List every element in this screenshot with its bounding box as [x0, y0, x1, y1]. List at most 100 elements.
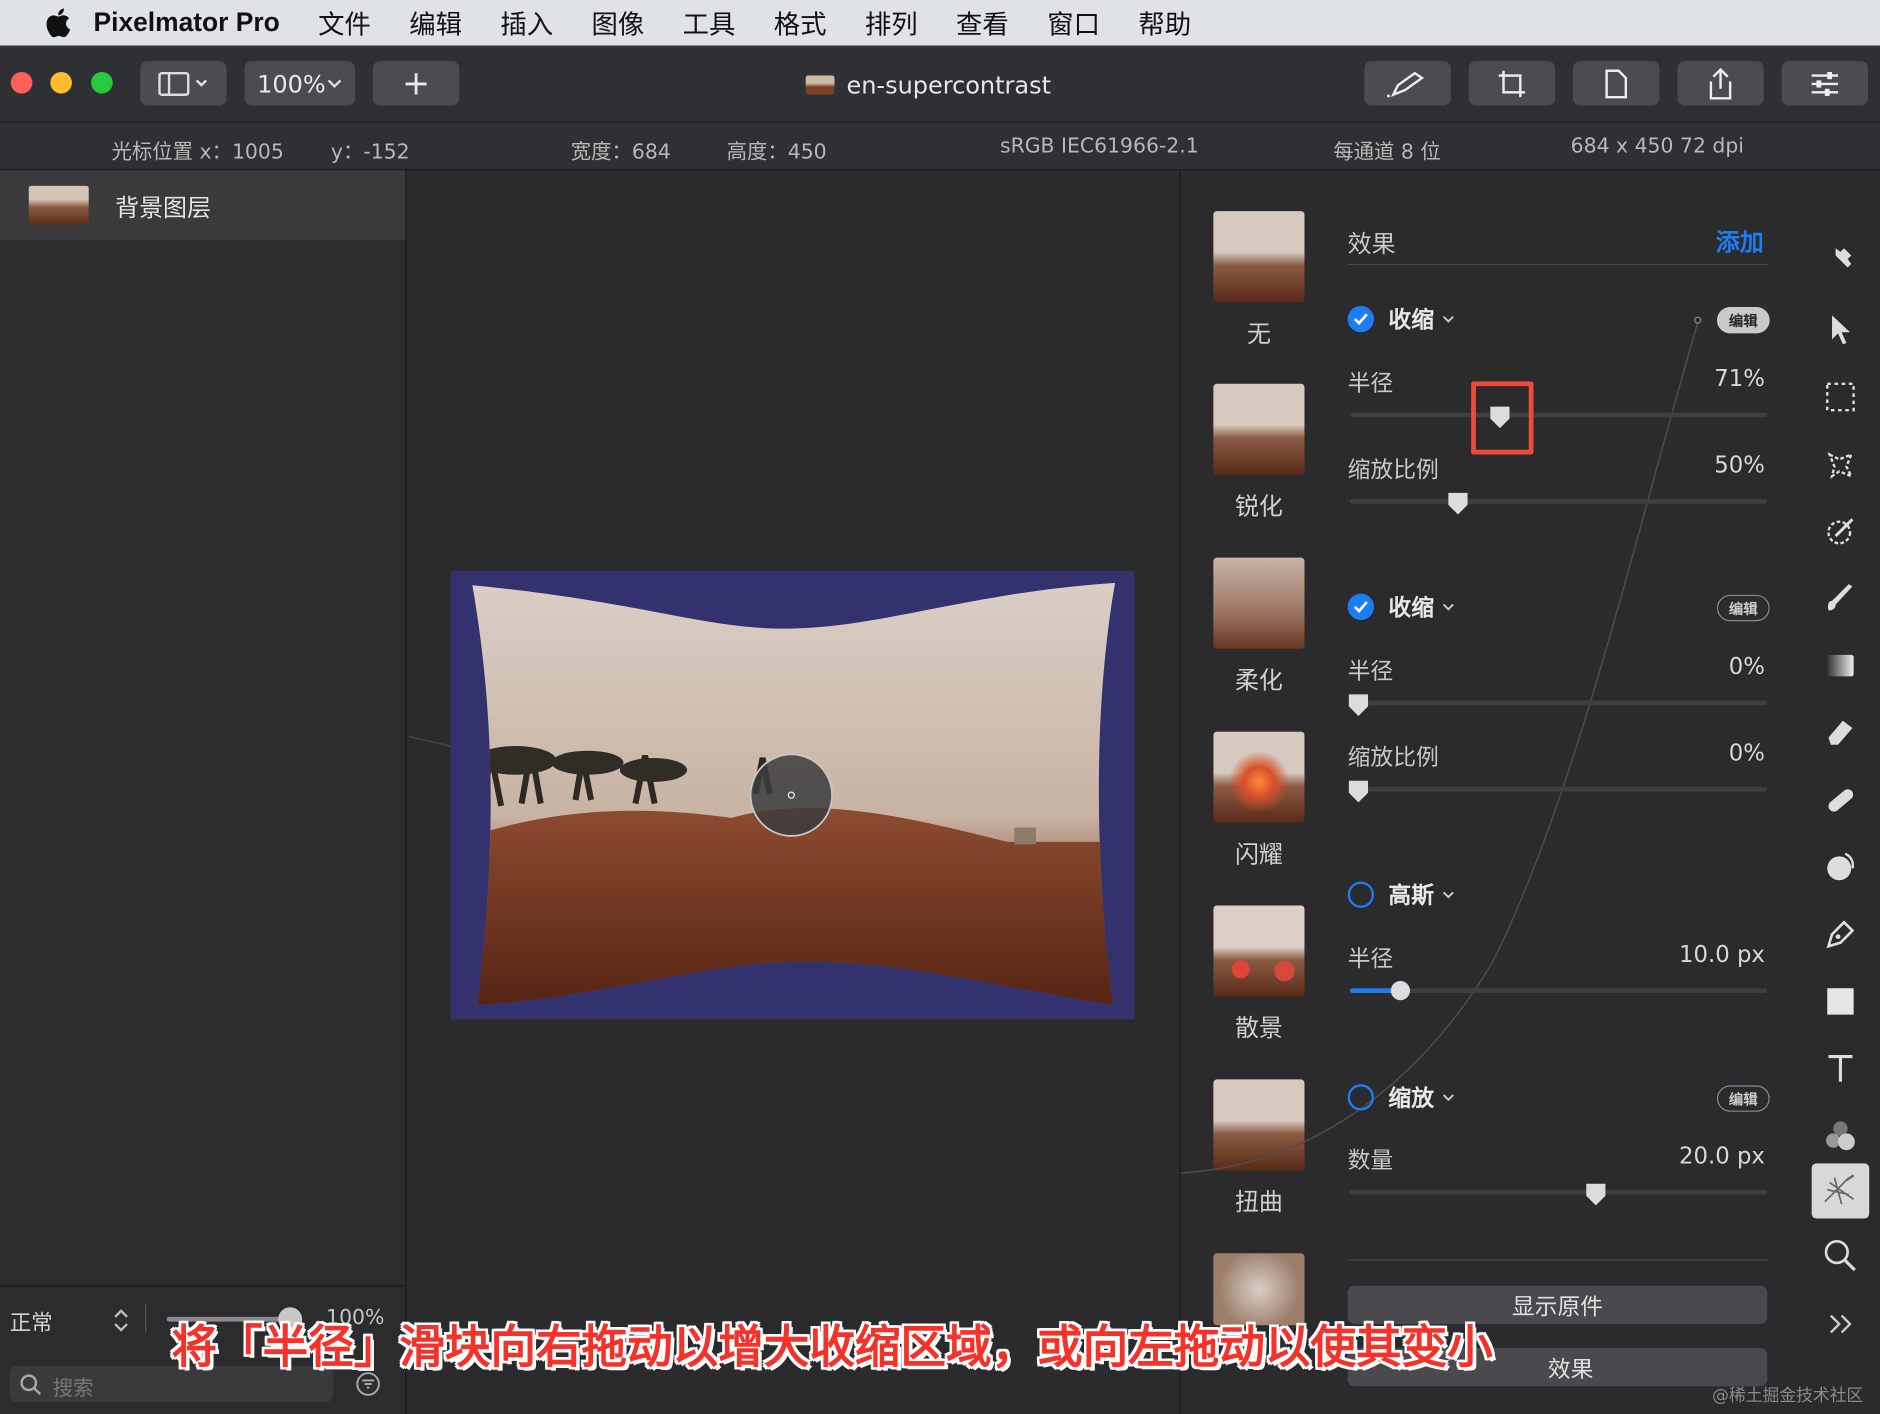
menu-help[interactable]: 帮助: [1138, 4, 1191, 42]
close-window-button[interactable]: [10, 71, 33, 94]
zoom-window-button[interactable]: [91, 71, 113, 94]
paint-tool[interactable]: [1820, 578, 1861, 619]
pinch-2-scale-slider[interactable]: [1350, 786, 1768, 792]
footer-divider: [1347, 1259, 1768, 1261]
menu-tools[interactable]: 工具: [683, 4, 736, 42]
erase-tool[interactable]: [1820, 712, 1861, 753]
chevron-down-icon: [327, 78, 341, 88]
zoom-amount-label: 数量: [1347, 1147, 1394, 1175]
app-menu[interactable]: Pixelmator Pro: [94, 7, 280, 38]
blend-mode-select[interactable]: 正常: [10, 1306, 53, 1337]
pinch-2-edit-button[interactable]: 编辑: [1716, 594, 1770, 622]
menu-edit[interactable]: 编辑: [409, 4, 462, 42]
cursor-x-readout: 光标位置 x：1005: [111, 140, 284, 165]
zoom-amount-slider[interactable]: [1350, 1189, 1768, 1195]
reset-effects-label: 效果: [1547, 1355, 1594, 1383]
chevron-down-icon: [1442, 891, 1454, 898]
up-down-chevron-icon[interactable]: [113, 1308, 130, 1332]
document-thumbnail: [805, 75, 835, 95]
color-tool[interactable]: [1820, 1115, 1861, 1156]
type-tool[interactable]: [1820, 1048, 1861, 1089]
menu-format[interactable]: 格式: [774, 4, 827, 42]
gaussian-radius-knob[interactable]: [1389, 980, 1411, 1004]
checkmark-icon[interactable]: [1347, 593, 1375, 620]
export-button[interactable]: [1573, 61, 1660, 106]
adjustments-button[interactable]: [1781, 61, 1869, 106]
pinch-2-radius-slider[interactable]: [1350, 700, 1768, 706]
lasso-tool[interactable]: [1820, 444, 1861, 485]
document-title: en-supercontrast: [805, 68, 1051, 102]
zoom-edit-button[interactable]: 编辑: [1716, 1085, 1770, 1112]
sidebar-toggle-button[interactable]: [140, 61, 227, 106]
pinch-1-radius-slider[interactable]: [1350, 412, 1768, 418]
pinch-2-radius-knob[interactable]: [1348, 693, 1370, 717]
brush-icon: [1827, 584, 1853, 611]
category-bokeh[interactable]: 散景: [1213, 905, 1305, 1043]
gradient-tool[interactable]: [1820, 645, 1861, 686]
menu-view[interactable]: 查看: [956, 4, 1009, 42]
zoom-tool[interactable]: [1820, 1235, 1861, 1276]
pinch-effect-1-name: 收缩: [1388, 307, 1434, 334]
pinch-2-radius-label: 半径: [1347, 658, 1394, 685]
share-icon: [1709, 67, 1732, 99]
crop-icon: [1498, 70, 1526, 97]
rect-select-tool[interactable]: [1820, 377, 1861, 418]
zoom-effect-name: 缩放: [1388, 1085, 1434, 1112]
menu-file[interactable]: 文件: [318, 4, 371, 42]
menu-image[interactable]: 图像: [591, 4, 644, 42]
zoom-amount-knob[interactable]: [1585, 1183, 1607, 1207]
menu-arrange[interactable]: 排列: [865, 4, 918, 42]
category-distort[interactable]: 扭曲: [1213, 1079, 1305, 1217]
unchecked-circle-icon[interactable]: [1347, 1083, 1375, 1110]
more-tools-button[interactable]: [1820, 1304, 1861, 1345]
category-bokeh-thumbnail: [1213, 905, 1305, 997]
arrange-tool[interactable]: [1820, 242, 1861, 283]
pinch-effect-1-title[interactable]: 收缩: [1347, 302, 1456, 334]
shape-tool[interactable]: [1820, 981, 1861, 1022]
gaussian-radius-label: 半径: [1347, 946, 1394, 973]
magnifier-icon: [1824, 1239, 1856, 1272]
checkmark-icon[interactable]: [1347, 305, 1375, 332]
category-none[interactable]: 无: [1213, 211, 1305, 349]
add-effect-link[interactable]: 添加: [1716, 223, 1764, 258]
pinch-center-handle[interactable]: [749, 753, 833, 837]
add-button[interactable]: +: [372, 61, 460, 106]
menu-insert[interactable]: 插入: [500, 4, 553, 42]
gaussian-effect-title[interactable]: 高斯: [1347, 878, 1456, 910]
repair-tool[interactable]: [1820, 780, 1861, 821]
pinch-1-scale-slider[interactable]: [1350, 498, 1768, 504]
category-glow[interactable]: 闪耀: [1213, 731, 1305, 870]
select-tool[interactable]: [1820, 309, 1861, 350]
pinch-1-scale-knob[interactable]: [1448, 492, 1470, 516]
pinch-effect-2-title[interactable]: 收缩: [1347, 590, 1456, 622]
gaussian-radius-slider[interactable]: [1350, 988, 1768, 994]
effects-tool-active[interactable]: [1811, 1163, 1870, 1219]
crop-button[interactable]: [1468, 61, 1556, 106]
image-width-readout: 宽度：684: [570, 140, 671, 165]
pinch-2-scale-label: 缩放比例: [1347, 744, 1439, 772]
watermark: @稀土掘金技术社区: [1712, 1386, 1864, 1406]
gradient-icon: [1827, 654, 1854, 677]
layer-search-placeholder: 搜索: [52, 1376, 94, 1401]
color-circles-icon: [1826, 1121, 1855, 1151]
color-adjust-tool[interactable]: [1820, 847, 1861, 888]
zoom-dropdown[interactable]: 100%: [244, 61, 355, 106]
layer-thumbnail: [28, 185, 89, 225]
apple-logo-icon[interactable]: [41, 7, 75, 38]
unchecked-circle-icon[interactable]: [1347, 880, 1375, 908]
magic-select-tool[interactable]: [1820, 511, 1861, 552]
pen-tool[interactable]: [1820, 914, 1861, 955]
pinch-1-edit-button[interactable]: 编辑: [1716, 307, 1770, 334]
text-icon: [1828, 1055, 1853, 1082]
category-sharpen[interactable]: 锐化: [1213, 383, 1305, 522]
menu-window[interactable]: 窗口: [1047, 4, 1100, 42]
minimize-window-button[interactable]: [50, 71, 72, 94]
share-button[interactable]: [1677, 61, 1764, 106]
pinch-2-scale-knob[interactable]: [1348, 780, 1370, 804]
category-soften[interactable]: 柔化: [1213, 557, 1305, 696]
canvas-area[interactable]: [407, 170, 1179, 1414]
layer-row[interactable]: 背景图层: [0, 170, 406, 240]
zoom-effect-title[interactable]: 缩放: [1347, 1081, 1456, 1113]
footer-divider: [145, 1303, 147, 1333]
retouch-tools-button[interactable]: [1364, 61, 1451, 106]
